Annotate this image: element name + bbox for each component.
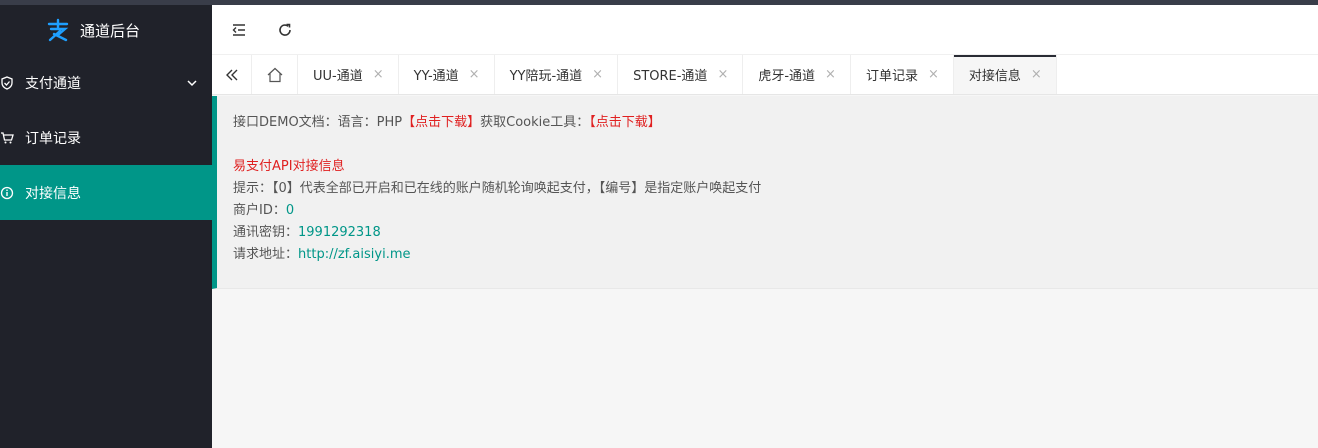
tab-integration[interactable]: 对接信息 × bbox=[953, 55, 1057, 94]
tab-yy-channel[interactable]: YY-通道 × bbox=[399, 55, 495, 94]
sidebar-item-label: 对接信息 bbox=[25, 185, 81, 202]
alipay-logo-icon bbox=[47, 18, 69, 42]
request-url-value[interactable]: http://zf.aisiyi.me bbox=[298, 247, 410, 262]
tab-label: UU-通道 bbox=[313, 69, 363, 84]
merchant-id-row: 商户ID：0 bbox=[233, 200, 1318, 222]
demo-label: 接口DEMO文档：语言：PHP bbox=[233, 115, 403, 130]
refresh-button[interactable] bbox=[262, 5, 308, 55]
request-url-row: 请求地址：http://zf.aisiyi.me bbox=[233, 244, 1318, 266]
tab-uu-channel[interactable]: UU-通道 × bbox=[298, 55, 399, 94]
close-icon[interactable]: × bbox=[928, 68, 939, 81]
hint-text: 提示：【0】代表全部已开启和已在线的账户随机轮询唤起支付，【编号】是指定账户唤起… bbox=[233, 181, 762, 196]
sidebar-item-label: 订单记录 bbox=[25, 130, 81, 147]
close-icon[interactable]: × bbox=[373, 68, 384, 81]
tab-yy-peiwan-channel[interactable]: YY陪玩-通道 × bbox=[495, 55, 619, 94]
close-icon[interactable]: × bbox=[717, 68, 728, 81]
secret-key-row: 通讯密钥：1991292318 bbox=[233, 222, 1318, 244]
collapse-sidebar-button[interactable] bbox=[216, 5, 262, 55]
demo-line: 接口DEMO文档：语言：PHP【点击下载】获取Cookie工具：【点击下载】 bbox=[233, 112, 1318, 134]
tab-store-channel[interactable]: STORE-通道 × bbox=[618, 55, 744, 94]
sidebar-item-integration[interactable]: 对接信息 bbox=[0, 165, 212, 220]
tabs-bar: UU-通道 × YY-通道 × YY陪玩-通道 × STORE-通道 × 虎牙-… bbox=[212, 55, 1318, 95]
secret-key-label: 通讯密钥： bbox=[233, 225, 299, 240]
sidebar: 通道后台 支付通道 订单记录 对接信息 bbox=[0, 5, 212, 448]
close-icon[interactable]: × bbox=[1031, 68, 1042, 81]
refresh-icon bbox=[279, 23, 291, 36]
tab-label: YY-通道 bbox=[413, 69, 459, 84]
demo-download-link[interactable]: 【点击下载】 bbox=[402, 115, 480, 130]
main-content: 接口DEMO文档：语言：PHP【点击下载】获取Cookie工具：【点击下载】 易… bbox=[212, 96, 1318, 448]
sidebar-logo[interactable]: 通道后台 bbox=[0, 5, 212, 55]
info-icon bbox=[0, 186, 14, 200]
request-url-label: 请求地址： bbox=[233, 247, 299, 262]
home-icon bbox=[267, 67, 282, 82]
cookie-tool-label: 获取Cookie工具： bbox=[480, 115, 590, 130]
tab-label: YY陪玩-通道 bbox=[509, 69, 583, 84]
menu-fold-icon bbox=[232, 23, 245, 36]
integration-info-panel: 接口DEMO文档：语言：PHP【点击下载】获取Cookie工具：【点击下载】 易… bbox=[212, 96, 1318, 289]
merchant-id-value: 0 bbox=[285, 203, 295, 218]
secret-key-value: 1991292318 bbox=[298, 225, 381, 240]
tab-label: 虎牙-通道 bbox=[758, 69, 816, 84]
tab-huya-channel[interactable]: 虎牙-通道 × bbox=[743, 55, 851, 94]
top-header bbox=[212, 5, 1318, 55]
shield-icon bbox=[0, 75, 14, 90]
close-icon[interactable]: × bbox=[469, 68, 480, 81]
merchant-id-label: 商户ID： bbox=[233, 203, 286, 218]
tab-label: 订单记录 bbox=[865, 69, 918, 84]
sidebar-item-payment-channel[interactable]: 支付通道 bbox=[0, 55, 212, 110]
tab-label: STORE-通道 bbox=[633, 69, 708, 84]
double-chevron-left-icon bbox=[225, 69, 237, 80]
chevron-down-icon bbox=[187, 79, 197, 86]
cart-icon bbox=[0, 131, 14, 145]
tabs-scroll-left-button[interactable] bbox=[212, 55, 252, 94]
close-icon[interactable]: × bbox=[592, 68, 603, 81]
sidebar-title: 通道后台 bbox=[80, 21, 141, 40]
cookie-tool-download-link[interactable]: 【点击下载】 bbox=[589, 115, 661, 130]
tab-label: 对接信息 bbox=[968, 69, 1021, 84]
tab-home[interactable] bbox=[252, 55, 298, 94]
api-section-title: 易支付API对接信息 bbox=[233, 159, 345, 174]
sidebar-item-orders[interactable]: 订单记录 bbox=[0, 110, 212, 165]
close-icon[interactable]: × bbox=[825, 68, 836, 81]
sidebar-item-label: 支付通道 bbox=[25, 75, 81, 92]
tab-orders[interactable]: 订单记录 × bbox=[851, 55, 954, 94]
